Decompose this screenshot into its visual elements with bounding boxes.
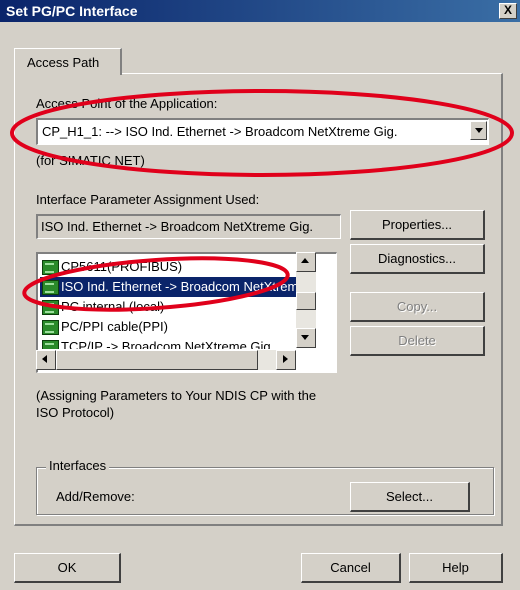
arrow-left-icon xyxy=(42,355,47,363)
access-point-label: Access Point of the Application: xyxy=(36,96,218,111)
list-horizontal-scrollbar[interactable] xyxy=(36,350,296,370)
access-point-value: CP_H1_1: --> ISO Ind. Ethernet -> Broadc… xyxy=(42,124,398,139)
title-bar: Set PG/PC Interface X xyxy=(0,0,520,22)
list-item[interactable]: PC/PPI cable(PPI) xyxy=(40,317,312,337)
tab-access-path[interactable]: Access Path xyxy=(14,48,122,75)
cancel-button[interactable]: Cancel xyxy=(301,553,401,583)
tab-label: Access Path xyxy=(27,55,100,70)
window-title: Set PG/PC Interface xyxy=(6,3,138,19)
list-vertical-scrollbar[interactable] xyxy=(296,252,316,348)
scroll-right-button[interactable] xyxy=(276,350,296,370)
list-item-selected[interactable]: ISO Ind. Ethernet -> Broadcom NetXtreme … xyxy=(40,277,333,297)
scroll-up-button[interactable] xyxy=(296,252,316,272)
add-remove-label: Add/Remove: xyxy=(56,489,135,504)
assign-note: (Assigning Parameters to Your NDIS CP wi… xyxy=(36,388,317,420)
access-point-hint: (for SIMATIC NET) xyxy=(36,153,145,168)
properties-button[interactable]: Properties... xyxy=(350,210,485,240)
scroll-left-button[interactable] xyxy=(36,350,56,370)
interface-param-field: ISO Ind. Ethernet -> Broadcom NetXtreme … xyxy=(36,214,341,239)
scroll-thumb[interactable] xyxy=(296,292,316,310)
network-card-icon xyxy=(42,260,59,275)
h-scroll-thumb[interactable] xyxy=(56,350,258,370)
interface-param-value: ISO Ind. Ethernet -> Broadcom NetXtreme … xyxy=(41,219,314,234)
diagnostics-button[interactable]: Diagnostics... xyxy=(350,244,485,274)
help-button[interactable]: Help xyxy=(409,553,503,583)
network-card-icon xyxy=(42,300,59,315)
dropdown-arrow-button[interactable] xyxy=(470,121,487,140)
access-point-dropdown[interactable]: CP_H1_1: --> ISO Ind. Ethernet -> Broadc… xyxy=(36,118,489,145)
delete-button[interactable]: Delete xyxy=(350,326,485,356)
copy-button[interactable]: Copy... xyxy=(350,292,485,322)
chevron-down-icon xyxy=(475,128,483,133)
list-item[interactable]: PC internal (local) xyxy=(40,297,312,317)
arrow-down-icon xyxy=(301,335,309,340)
close-button[interactable]: X xyxy=(499,3,517,19)
scroll-down-button[interactable] xyxy=(296,328,316,348)
select-button[interactable]: Select... xyxy=(350,482,470,512)
list-item[interactable]: TCP/IP -> Broadcom NetXtreme Gig. xyxy=(40,337,312,349)
interface-param-label: Interface Parameter Assignment Used: xyxy=(36,192,260,207)
arrow-right-icon xyxy=(283,355,288,363)
interfaces-group-label: Interfaces xyxy=(46,458,110,473)
network-card-icon xyxy=(42,340,59,349)
network-card-icon xyxy=(42,280,59,295)
list-item[interactable]: CP5611(PROFIBUS) xyxy=(40,257,312,277)
arrow-up-icon xyxy=(301,258,309,263)
network-card-icon xyxy=(42,320,59,335)
ok-button[interactable]: OK xyxy=(14,553,121,583)
